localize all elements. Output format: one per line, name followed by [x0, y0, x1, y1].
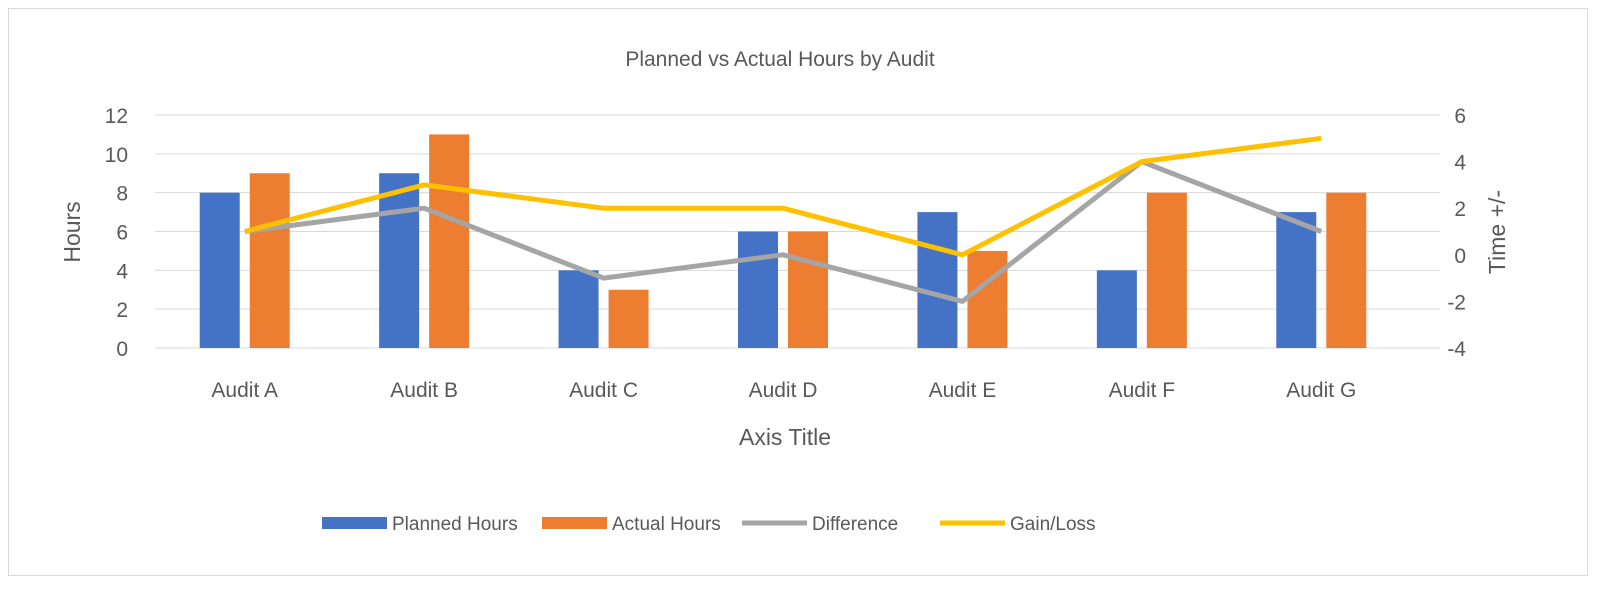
- bar-actual-hours: [1146, 192, 1187, 348]
- bar-actual-hours: [429, 134, 470, 348]
- legend-label: Planned Hours: [392, 514, 518, 535]
- bar-planned-hours: [199, 192, 240, 348]
- y-tick-label: 6: [116, 222, 128, 245]
- bar-actual-hours: [608, 289, 649, 348]
- bar-planned-hours: [917, 212, 958, 348]
- bar-planned-hours: [738, 231, 778, 348]
- x-tick-label: Audit B: [390, 379, 458, 402]
- legend-label: Gain/Loss: [1010, 514, 1096, 535]
- y2-tick-label: 0: [1454, 245, 1466, 268]
- x-tick-label: Audit F: [1109, 379, 1176, 402]
- x-tick-label: Audit D: [749, 379, 818, 402]
- y2-tick-label: 2: [1454, 198, 1466, 221]
- bar-actual-hours: [788, 231, 828, 348]
- y-tick-label: 2: [116, 299, 128, 322]
- x-axis-title: Axis Title: [739, 424, 831, 450]
- bar-planned-hours: [558, 270, 599, 348]
- y-tick-label: 8: [116, 183, 128, 206]
- y-tick-label: 0: [116, 338, 128, 361]
- x-tick-label: Audit C: [569, 379, 638, 402]
- x-tick-label: Audit G: [1286, 379, 1356, 402]
- combo-chart: Planned vs Actual Hours by Audit 0 2 4 6 8 10…: [59, 48, 1510, 535]
- y-tick-label: 10: [105, 144, 128, 167]
- legend-label: Difference: [812, 514, 898, 535]
- bar-actual-hours: [1326, 192, 1367, 348]
- y-tick-label: 4: [116, 260, 128, 283]
- bar-planned-hours: [1276, 212, 1317, 348]
- bar-actual-hours: [249, 173, 290, 348]
- x-tick-label: Audit E: [929, 379, 997, 402]
- bar-planned-hours: [1096, 270, 1137, 348]
- y-tick-label: 12: [105, 105, 128, 128]
- legend-swatch: [322, 517, 387, 529]
- y2-axis-title: Time +/-: [1484, 190, 1510, 274]
- bar-planned-hours: [379, 173, 420, 348]
- y2-tick-label: 4: [1454, 152, 1466, 175]
- chart-title: Planned vs Actual Hours by Audit: [625, 48, 935, 71]
- y-axis-title: Hours: [59, 201, 85, 262]
- x-tick-label: Audit A: [211, 379, 278, 402]
- y2-tick-label: -4: [1447, 338, 1466, 361]
- legend-swatch: [542, 517, 607, 529]
- y2-tick-label: -2: [1447, 291, 1466, 314]
- legend-label: Actual Hours: [612, 514, 721, 535]
- bar-actual-hours: [967, 250, 1008, 348]
- y2-tick-label: 6: [1454, 105, 1466, 128]
